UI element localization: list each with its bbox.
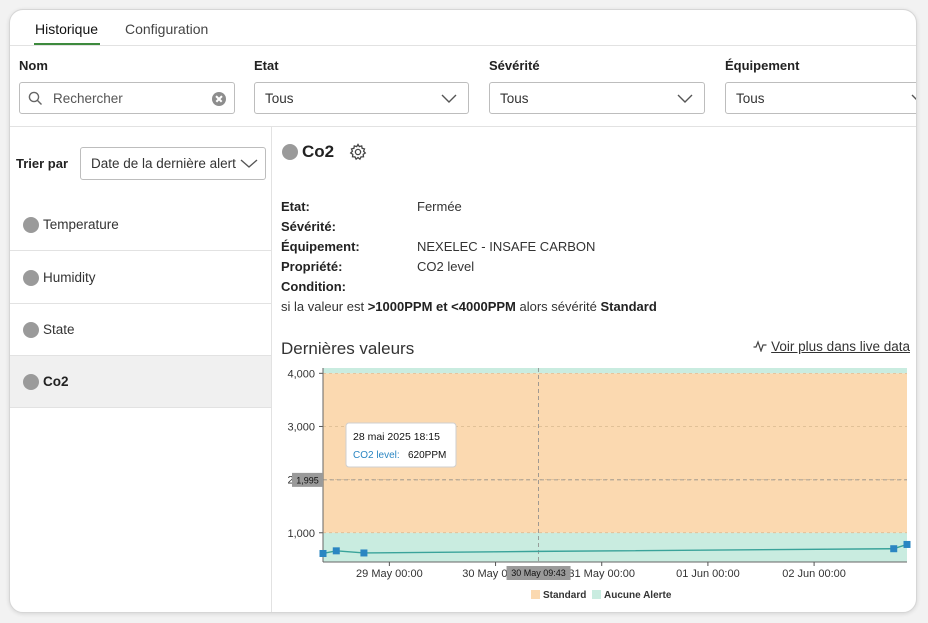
etat-value: Fermée [417,199,462,214]
data-point [319,549,327,557]
tab-configuration[interactable]: Configuration [125,21,208,37]
status-dot [23,217,39,233]
equipement-select-value: Tous [736,91,765,106]
live-data-link[interactable]: Voir plus dans live data [753,339,910,354]
alert-list-sidebar: Trier par Date de la dernière alerte Tem… [10,127,272,612]
severite-select-value: Tous [500,91,529,106]
data-point [332,547,340,555]
x-tick-label: 02 Jun 00:00 [782,568,846,580]
band-2 [323,368,907,374]
live-data-link-text: Voir plus dans live data [771,339,910,354]
alerts-panel: Historique Configuration Nom Etat Sévéri… [9,9,917,613]
search-icon [28,91,42,105]
etat-select[interactable]: Tous [254,82,469,114]
list-item-temperature[interactable]: Temperature [10,199,271,251]
band-1 [323,532,907,562]
list-item-humidity[interactable]: Humidity [10,252,271,304]
tooltip-series-label: CO2 level: [353,450,400,461]
propriete-label: Propriété: [281,259,343,274]
severite-select[interactable]: Tous [489,82,705,114]
list-item-label: Co2 [43,374,69,389]
y-tick-label: 4,000 [287,368,315,380]
y-tick-label: 3,000 [287,421,315,433]
nom-filter-label: Nom [19,58,48,73]
list-item-state[interactable]: State [10,304,271,356]
etat-filter-label: Etat [254,58,279,73]
search-placeholder: Rechercher [53,91,123,106]
tab-bar: Historique Configuration [10,10,916,46]
active-tab-indicator [34,43,100,45]
x-tick-label: 01 Jun 00:00 [676,568,740,580]
propriete-value: CO2 level [417,259,475,274]
legend-swatch-standard [531,590,540,599]
y-tick-label: 1,000 [287,528,315,540]
x-tick-label: 31 May 00:00 [568,568,635,580]
co2-chart: 1,0002,0003,0004,00029 May 00:0030 May 0… [287,368,911,601]
list-item-label: Humidity [43,270,96,285]
condition-range: >1000PPM et <4000PPM [367,299,516,314]
tooltip-value: 620PPM [408,450,446,461]
tooltip-date: 28 mai 2025 18:15 [353,431,440,443]
list-item-label: State [43,322,75,337]
tab-historique[interactable]: Historique [35,21,98,37]
status-dot [23,374,39,390]
equipement-value: NEXELEC - INSAFE CARBON [417,239,596,254]
condition-prefix: si la valeur est [281,299,365,314]
chevron-down-icon [239,154,259,172]
list-item-co2[interactable]: Co2 [10,356,271,408]
sort-select-value: Date de la dernière alerte [91,156,236,171]
legend-label-standard: Standard [543,590,586,601]
equipement-label: Équipement: [281,239,360,254]
x-tick-label: 29 May 00:00 [356,568,423,580]
equipement-filter-label: Équipement [725,58,800,73]
condition-severity: Standard [600,299,657,314]
alert-title: Co2 [302,142,335,161]
gear-icon[interactable] [348,142,368,162]
status-dot [23,322,39,338]
sort-select[interactable]: Date de la dernière alerte [80,147,266,180]
chevron-down-icon [441,94,457,103]
condition-mid: alors sévérité [519,299,597,314]
crosshair-x-label: 30 May 09:43 [511,568,566,578]
last-values-title: Dernières valeurs [281,339,415,358]
status-dot [282,144,298,160]
legend-swatch-aucune-alerte [592,590,601,599]
legend-label-aucune-alerte: Aucune Alerte [604,590,672,601]
clear-icon[interactable] [212,92,226,106]
severite-filter-label: Sévérité [489,58,540,73]
alert-detail: Co2 Etat: Fermée Sévérité: Équipement: N… [273,127,916,612]
activity-icon [753,340,767,353]
etat-label: Etat: [281,199,310,214]
condition-text: si la valeur est >1000PPM et <4000PPM al… [281,299,657,314]
search-input[interactable]: Rechercher [19,82,235,114]
crosshair-y-label: 1,995 [296,475,319,485]
chevron-down-icon [677,94,693,103]
etat-select-value: Tous [265,91,294,106]
data-point [890,545,898,553]
equipement-select[interactable]: Tous [725,82,916,114]
sort-label: Trier par [16,156,69,171]
data-point [360,549,368,557]
chevron-down-icon [911,94,916,100]
status-dot [23,270,39,286]
data-point [903,540,911,548]
severite-label: Sévérité: [281,219,336,234]
condition-label: Condition: [281,279,346,294]
list-item-label: Temperature [43,217,119,232]
